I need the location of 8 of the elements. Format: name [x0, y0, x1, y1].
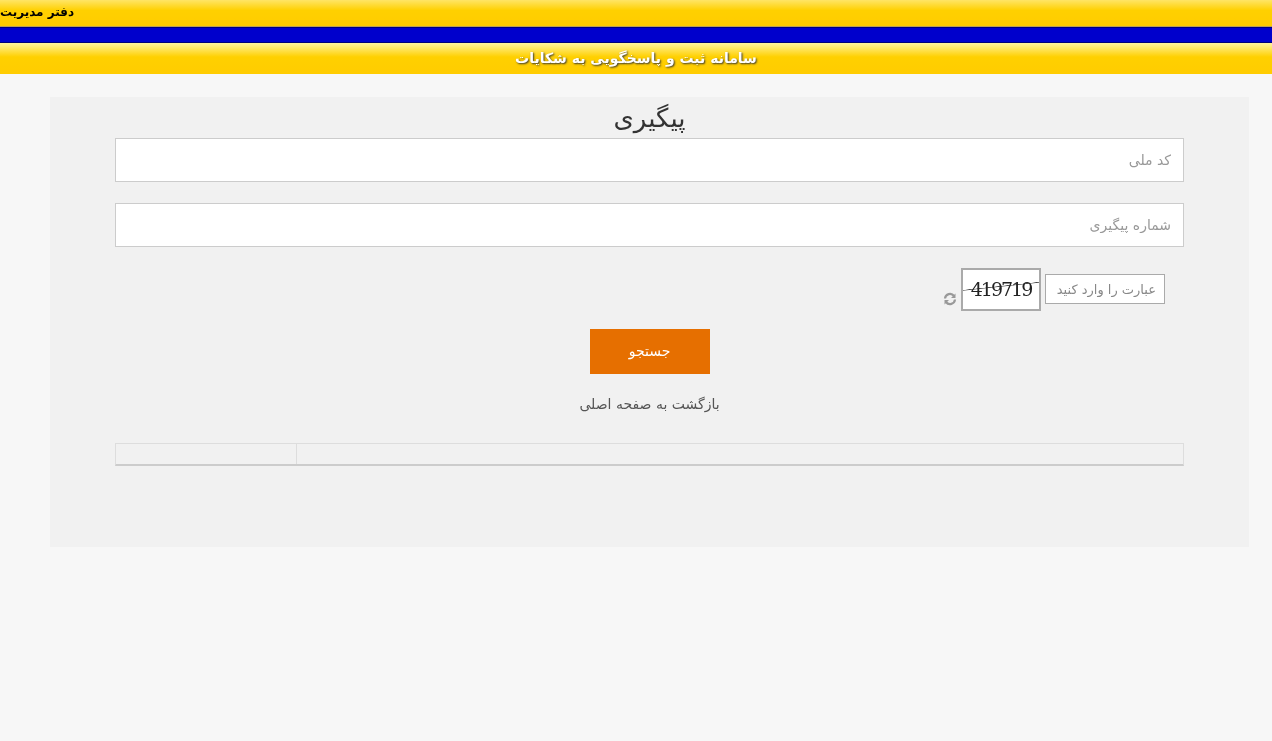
site-title: سامانه ثبت و پاسخگویی به شکایات [515, 49, 757, 69]
captcha-image: 419719 [961, 268, 1041, 311]
tracking-number-field[interactable]: شماره پیگیری [115, 203, 1184, 247]
top-bar-text: دفتر مدیریت [0, 4, 75, 21]
refresh-icon[interactable] [943, 292, 957, 306]
national-code-field[interactable]: کد ملی [115, 138, 1184, 182]
captcha-field[interactable]: عبارت را وارد کنید [1045, 274, 1165, 304]
back-home-link[interactable]: بازگشت به صفحه اصلی [579, 394, 720, 415]
